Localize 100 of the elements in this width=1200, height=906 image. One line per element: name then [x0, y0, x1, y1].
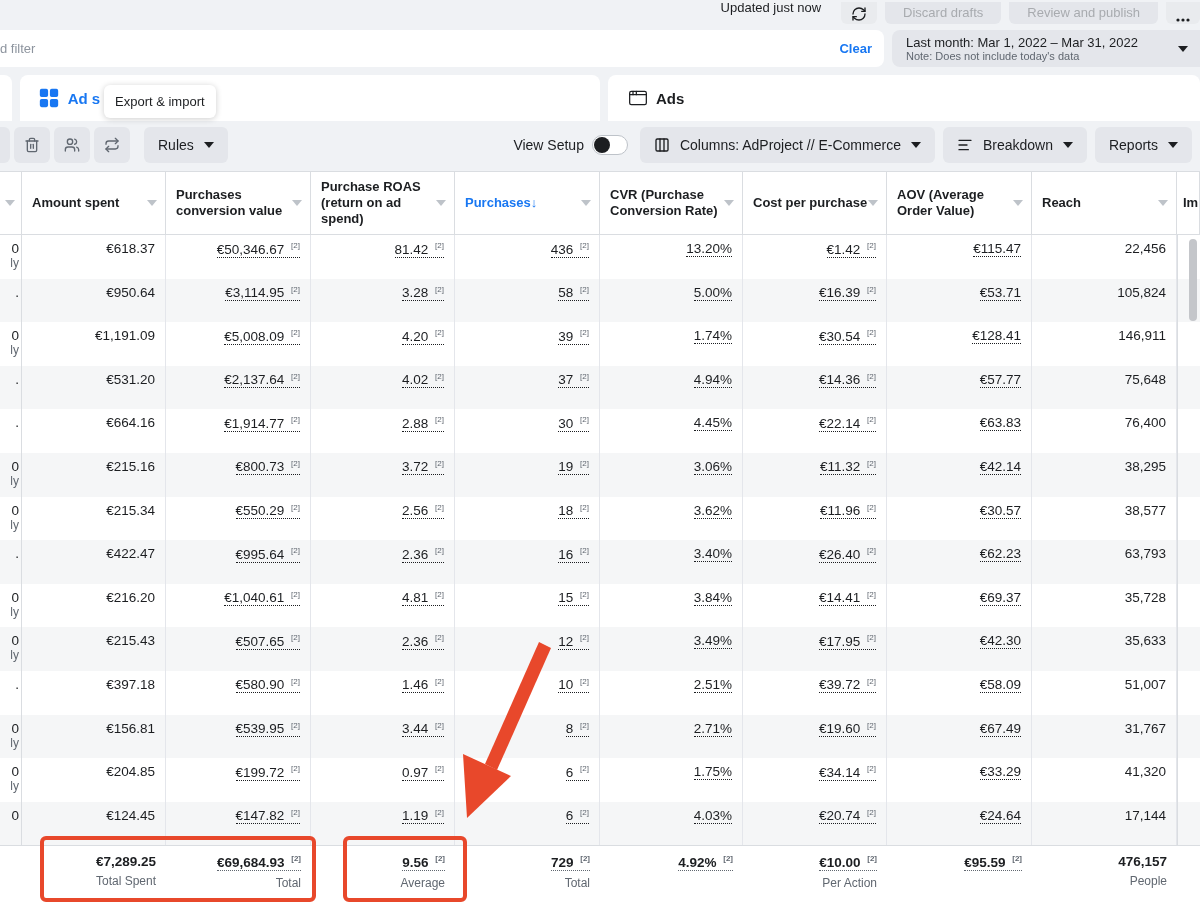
date-range-note: Note: Does not include today's data	[906, 50, 1081, 62]
window-icon	[627, 88, 648, 108]
more-button[interactable]	[1166, 2, 1200, 24]
date-range-label: Last month: Mar 1, 2022 – Mar 31, 2022	[906, 35, 1138, 50]
table-cell: €24.64	[979, 807, 1021, 824]
scrollbar-thumb[interactable]	[1189, 239, 1197, 321]
export-button[interactable]	[94, 127, 130, 163]
table-cell: €11.96 $^{[2]}$	[820, 503, 876, 520]
table-cell: €199.72 $^{[2]}$	[235, 764, 300, 781]
table-cell: .	[15, 676, 19, 692]
table-cell: .	[15, 284, 19, 300]
table-cell: €63.83	[979, 415, 1021, 432]
toolbar-dropdown[interactable]: Reports	[1094, 127, 1192, 163]
table-cell: 0	[11, 633, 19, 649]
table-cell: €531.20	[106, 371, 155, 387]
toolbar-dropdown[interactable]: Columns: AdProject // E-Commerce	[639, 127, 935, 163]
cell-note: ly	[10, 473, 19, 488]
table-cell: 3.28 $^{[2]}$	[402, 285, 444, 302]
table-cell: 58 $^{[2]}$	[558, 285, 589, 302]
sort-caret-icon	[292, 200, 302, 206]
table-cell: .	[15, 415, 19, 431]
view-setup-label: View Setup	[513, 137, 584, 153]
table-cell: €42.30	[979, 633, 1021, 650]
table-cell: .	[15, 371, 19, 387]
total-caption: Total	[564, 875, 590, 890]
level-tab[interactable]: Ads	[607, 75, 1200, 121]
table-cell: €17.95 $^{[2]}$	[819, 633, 876, 650]
sort-caret-icon	[724, 200, 734, 206]
table-cell: 3.44 $^{[2]}$	[402, 721, 444, 738]
table-cell: 13.20%	[686, 241, 732, 257]
table-cell: 4.20 $^{[2]}$	[402, 328, 444, 345]
column-header[interactable]: Purchases conversion value	[166, 172, 311, 234]
cell-note: ly	[10, 779, 19, 794]
table-cell: €156.81	[106, 720, 155, 736]
table-cell: €664.16	[106, 415, 155, 431]
column-header[interactable]: Reach	[1032, 172, 1177, 234]
total-value: €95.59 $^{[2]}$	[964, 854, 1022, 871]
table-cell: €128.41	[972, 328, 1021, 345]
total-caption: Average	[400, 875, 445, 890]
table-cell: 0	[11, 328, 19, 344]
toolbar-dropdown[interactable]: Breakdown	[942, 127, 1087, 163]
table-cell: €50,346.67 $^{[2]}$	[216, 241, 300, 258]
table-cell: €422.47	[106, 546, 155, 562]
column-header[interactable]: Im	[1177, 172, 1200, 234]
column-header[interactable]: CVR (Purchase Conversion Rate)	[600, 172, 743, 234]
table-cell: €1,191.09	[94, 328, 155, 344]
total-caption: People	[1129, 874, 1167, 889]
table-cell: 5.00%	[693, 284, 732, 301]
rules-dropdown[interactable]: Rules	[144, 127, 228, 163]
view-setup-toggle[interactable]	[591, 135, 628, 155]
breakdown-icon	[956, 137, 973, 153]
table-cell: €42.14	[979, 458, 1021, 475]
cell-note: ly	[10, 604, 19, 619]
filter-field[interactable]: d filter Clear	[0, 30, 884, 67]
column-header[interactable]: Cost per purchase	[743, 172, 887, 234]
table-cell: 2.36 $^{[2]}$	[402, 546, 444, 563]
table-cell: 1.74%	[693, 328, 732, 345]
table-cell: 6 $^{[2]}$	[565, 808, 589, 825]
refresh-button[interactable]	[841, 2, 878, 24]
table-cell: €539.95 $^{[2]}$	[235, 721, 300, 738]
export-icon	[104, 137, 120, 153]
table-cell: €580.90 $^{[2]}$	[235, 677, 300, 694]
column-header[interactable]: Purchases↓	[455, 172, 600, 234]
trash-button[interactable]	[14, 127, 50, 163]
table-cell: 31,767	[1124, 720, 1166, 736]
table-cell: 19 $^{[2]}$	[558, 459, 589, 476]
column-header[interactable]: Amount spent	[22, 172, 166, 234]
table-cell: €11.32 $^{[2]}$	[820, 459, 876, 476]
table-cell: 35,728	[1124, 589, 1166, 605]
table-cell: 3.62%	[693, 502, 732, 519]
column-header[interactable]: Purchase ROAS (return on ad spend)	[311, 172, 455, 234]
table-cell: €69.37	[979, 589, 1021, 606]
table-cell: 0.97 $^{[2]}$	[402, 764, 444, 781]
table-cell: 39 $^{[2]}$	[558, 328, 589, 345]
table-cell: 76,400	[1124, 415, 1166, 431]
table-cell: €147.82 $^{[2]}$	[235, 808, 300, 825]
total-value: 476,157	[1118, 854, 1167, 870]
table-cell: 3.72 $^{[2]}$	[402, 459, 444, 476]
table-cell: 0	[11, 241, 19, 256]
table-cell: 0	[11, 502, 19, 518]
trash-icon	[24, 137, 40, 153]
table-cell: 63,793	[1124, 546, 1166, 562]
table-cell: €800.73 $^{[2]}$	[235, 459, 300, 476]
total-caption: Total	[275, 875, 301, 890]
table-cell: 4.03%	[693, 807, 732, 824]
column-header[interactable]: AOV (Average Order Value)	[887, 172, 1032, 234]
sort-caret-icon	[1158, 200, 1168, 206]
caret-icon	[1062, 142, 1073, 148]
table-cell: 38,295	[1124, 458, 1166, 474]
date-range-picker[interactable]: Last month: Mar 1, 2022 – Mar 31, 2022 Note: Does not include today's data	[892, 30, 1200, 67]
table-cell: 8 $^{[2]}$	[565, 721, 589, 738]
clear-link[interactable]: Clear	[839, 41, 872, 56]
table-cell: 1.19 $^{[2]}$	[402, 808, 444, 825]
table-cell: 16 $^{[2]}$	[558, 546, 589, 563]
table-cell: €550.29 $^{[2]}$	[235, 503, 300, 520]
table-cell: €16.39 $^{[2]}$	[819, 285, 876, 302]
people-button[interactable]	[54, 127, 90, 163]
table-cell: 41,320	[1124, 764, 1166, 780]
table-cell: €3,114.95 $^{[2]}$	[225, 285, 300, 302]
total-value: 729 $^{[2]}$	[550, 854, 590, 871]
